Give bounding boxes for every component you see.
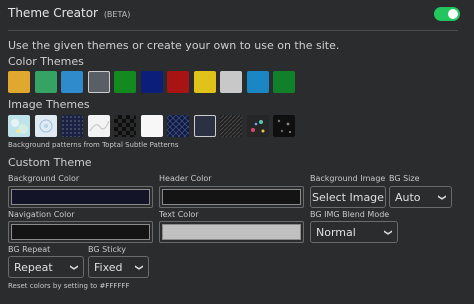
- text-color-label: Text Color: [159, 210, 199, 219]
- header-divider: [8, 30, 458, 31]
- panel-title-text: Theme Creator: [8, 6, 98, 20]
- chevron-down-icon: ❮: [134, 263, 144, 271]
- image-theme-swatch[interactable]: [34, 115, 57, 137]
- background-color-fill: [11, 189, 150, 205]
- image-theme-swatch[interactable]: [246, 115, 269, 137]
- pattern-white-lines-icon: [87, 115, 110, 137]
- image-theme-swatch[interactable]: [140, 115, 163, 137]
- navigation-color-label: Navigation Color: [8, 210, 75, 219]
- theme-creator-toggle[interactable]: [434, 7, 460, 21]
- background-image-label: Background Image: [310, 174, 386, 183]
- bg-size-label: BG Size: [389, 174, 420, 183]
- description-text: Use the given themes or create your own …: [8, 39, 340, 52]
- chevron-down-icon: ❮: [437, 193, 447, 201]
- reset-colors-note: Reset colors by setting to #FFFFFF: [8, 282, 130, 290]
- image-themes-heading: Image Themes: [8, 98, 90, 111]
- pattern-slate-blue-icon: [193, 115, 216, 137]
- color-theme-swatch[interactable]: [8, 71, 30, 93]
- bg-size-value: Auto: [395, 190, 421, 204]
- color-themes-heading: Color Themes: [8, 55, 84, 68]
- header-color-label: Header Color: [159, 174, 212, 183]
- select-image-button[interactable]: Select Image: [310, 186, 386, 208]
- color-theme-swatch[interactable]: [220, 71, 242, 93]
- color-theme-swatch[interactable]: [34, 71, 57, 93]
- pattern-white-icon: [140, 115, 163, 137]
- color-theme-swatch[interactable]: [61, 71, 83, 93]
- bg-sticky-select[interactable]: Fixed ❮: [88, 256, 149, 278]
- text-color-fill: [162, 224, 301, 240]
- pattern-dark-colorful-icon: [246, 115, 269, 137]
- chevron-down-icon: ❮: [383, 228, 393, 236]
- bg-sticky-value: Fixed: [94, 260, 123, 274]
- toggle-knob: [448, 9, 458, 19]
- color-theme-swatch[interactable]: [167, 71, 189, 93]
- header-color-fill: [162, 189, 301, 205]
- navigation-color-fill: [11, 224, 150, 240]
- header-color-picker[interactable]: [159, 186, 304, 208]
- beta-badge: (BETA): [103, 10, 131, 19]
- color-theme-swatch[interactable]: [246, 71, 269, 93]
- color-theme-swatch[interactable]: [193, 71, 216, 93]
- bg-sticky-label: BG Sticky: [88, 245, 127, 254]
- image-theme-swatch[interactable]: [114, 115, 136, 137]
- color-theme-swatch[interactable]: [87, 71, 110, 93]
- navigation-color-picker[interactable]: [8, 221, 153, 243]
- bg-repeat-value: Repeat: [14, 260, 53, 274]
- image-theme-swatch[interactable]: [8, 115, 30, 137]
- pattern-credit: Background patterns from Toptal Subtle P…: [8, 141, 179, 149]
- image-theme-swatch[interactable]: [273, 115, 295, 137]
- theme-creator-panel: Theme Creator (BETA) Use the given theme…: [0, 0, 474, 304]
- panel-title: Theme Creator (BETA): [8, 6, 130, 20]
- bg-repeat-label: BG Repeat: [8, 245, 51, 254]
- bg-repeat-select[interactable]: Repeat ❮: [8, 256, 84, 278]
- blend-mode-label: BG IMG Blend Mode: [310, 210, 390, 219]
- chevron-down-icon: ❮: [69, 263, 79, 271]
- image-theme-swatch[interactable]: [87, 115, 110, 137]
- bg-size-select[interactable]: Auto ❮: [389, 186, 452, 208]
- background-color-label: Background Color: [8, 174, 80, 183]
- image-theme-swatch[interactable]: [167, 115, 189, 137]
- image-theme-swatch[interactable]: [220, 115, 242, 137]
- text-color-picker[interactable]: [159, 221, 304, 243]
- background-color-picker[interactable]: [8, 186, 153, 208]
- image-theme-swatch[interactable]: [61, 115, 83, 137]
- image-theme-swatch[interactable]: [193, 115, 216, 137]
- blend-mode-value: Normal: [316, 225, 356, 239]
- pattern-black-dots-icon: [273, 115, 295, 137]
- pattern-dark-navy-icon: [61, 115, 83, 137]
- color-theme-swatch[interactable]: [140, 71, 163, 93]
- color-theme-swatch[interactable]: [114, 71, 136, 93]
- pattern-black-checker-icon: [114, 115, 136, 137]
- blend-mode-select[interactable]: Normal ❮: [310, 221, 398, 243]
- color-theme-swatch[interactable]: [273, 71, 295, 93]
- pattern-snowflake-icon: [34, 115, 57, 137]
- custom-theme-heading: Custom Theme: [8, 156, 92, 169]
- pattern-navy-geo-icon: [167, 115, 189, 137]
- pattern-light-blue-icon: [8, 115, 30, 137]
- pattern-dark-diagonal-icon: [220, 115, 242, 137]
